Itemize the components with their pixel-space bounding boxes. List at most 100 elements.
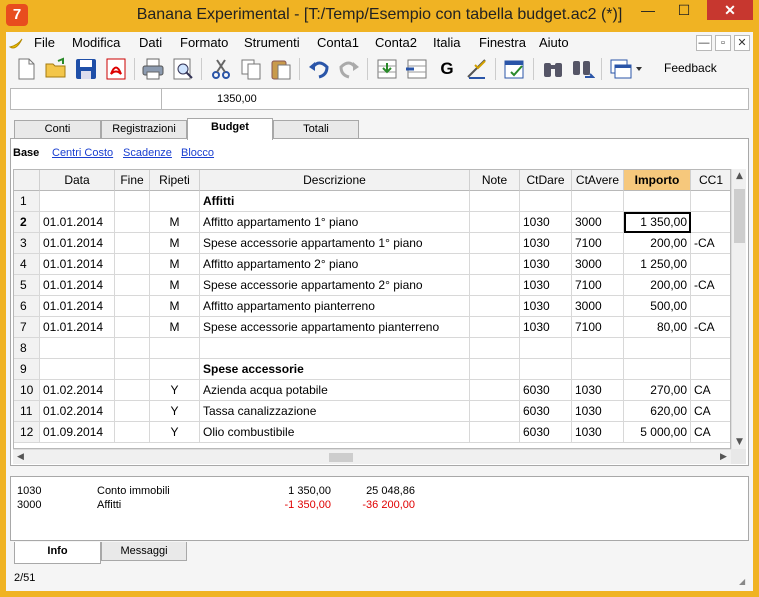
table-cell-dare[interactable]: 6030 bbox=[520, 401, 572, 422]
table-cell-fine[interactable] bbox=[115, 422, 150, 443]
maximize-button[interactable]: ☐ bbox=[671, 0, 697, 20]
table-cell-desc[interactable]: Affitti bbox=[200, 191, 470, 212]
table-cell-data[interactable] bbox=[40, 359, 115, 380]
table-cell-data[interactable]: 01.02.2014 bbox=[40, 380, 115, 401]
table-cell-ripeti[interactable]: M bbox=[150, 317, 200, 338]
table-cell-avere[interactable] bbox=[572, 359, 624, 380]
table-cell-note[interactable] bbox=[470, 338, 520, 359]
table-cell-desc[interactable]: Affitto appartamento pianterreno bbox=[200, 296, 470, 317]
table-cell-cc1[interactable] bbox=[691, 296, 730, 317]
scroll-right-icon[interactable]: ▶ bbox=[716, 450, 731, 464]
table-cell-dare[interactable]: 6030 bbox=[520, 422, 572, 443]
table-cell-importo[interactable] bbox=[624, 191, 691, 212]
table-cell-ripeti[interactable] bbox=[150, 359, 200, 380]
table-cell-desc[interactable]: Spese accessorie appartamento 2° piano bbox=[200, 275, 470, 296]
table-cell-avere[interactable]: 3000 bbox=[572, 212, 624, 233]
minimize-button[interactable]: — bbox=[635, 0, 661, 20]
table-cell-data[interactable] bbox=[40, 191, 115, 212]
table-cell-cc1[interactable]: -CA bbox=[691, 275, 730, 296]
table-cell-importo[interactable]: 620,00 bbox=[624, 401, 691, 422]
table-cell-cc1[interactable]: CA bbox=[691, 380, 730, 401]
vertical-scrollbar[interactable]: ▲ ▼ bbox=[731, 169, 746, 449]
table-cell-desc[interactable]: Affitto appartamento 1° piano bbox=[200, 212, 470, 233]
table-cell-avere[interactable]: 7100 bbox=[572, 275, 624, 296]
table-cell-dare[interactable]: 6030 bbox=[520, 380, 572, 401]
scroll-up-icon[interactable]: ▲ bbox=[732, 169, 747, 183]
table-cell-dare[interactable]: 1030 bbox=[520, 275, 572, 296]
view-scadenze[interactable]: Scadenze bbox=[123, 147, 172, 159]
table-cell-data[interactable] bbox=[40, 338, 115, 359]
table-cell-avere[interactable]: 3000 bbox=[572, 296, 624, 317]
table-cell-note[interactable] bbox=[470, 380, 520, 401]
table-cell-note[interactable] bbox=[470, 401, 520, 422]
table-cell-dare[interactable] bbox=[520, 359, 572, 380]
horizontal-scroll-thumb[interactable] bbox=[329, 453, 353, 462]
table-cell-cc1[interactable] bbox=[691, 338, 730, 359]
table-cell-note[interactable] bbox=[470, 296, 520, 317]
table-cell-desc[interactable]: Olio combustibile bbox=[200, 422, 470, 443]
table-cell-fine[interactable] bbox=[115, 191, 150, 212]
table-cell-data[interactable]: 01.01.2014 bbox=[40, 275, 115, 296]
table-cell-importo[interactable] bbox=[624, 338, 691, 359]
table-cell-note[interactable] bbox=[470, 212, 520, 233]
table-cell-importo[interactable]: 1 350,00 bbox=[624, 212, 691, 233]
tab-budget[interactable]: Budget bbox=[187, 118, 273, 140]
scroll-down-icon[interactable]: ▼ bbox=[732, 435, 747, 449]
undo-icon[interactable] bbox=[307, 57, 331, 81]
table-cell-data[interactable]: 01.01.2014 bbox=[40, 212, 115, 233]
table-cell-desc[interactable] bbox=[200, 338, 470, 359]
save-icon[interactable] bbox=[74, 57, 98, 81]
table-cell-ripeti[interactable] bbox=[150, 191, 200, 212]
table-cell-importo[interactable]: 200,00 bbox=[624, 233, 691, 254]
resize-grip-icon[interactable]: ◢ bbox=[739, 577, 749, 587]
table-cell-cc1[interactable] bbox=[691, 254, 730, 275]
table-cell-fine[interactable] bbox=[115, 380, 150, 401]
table-cell-cc1[interactable]: -CA bbox=[691, 317, 730, 338]
table-cell-data[interactable]: 01.02.2014 bbox=[40, 401, 115, 422]
table-cell-ripeti[interactable]: M bbox=[150, 296, 200, 317]
tab-totali[interactable]: Totali bbox=[273, 120, 359, 139]
table-cell-fine[interactable] bbox=[115, 233, 150, 254]
search-icon[interactable] bbox=[541, 57, 565, 81]
table-cell-fine[interactable] bbox=[115, 401, 150, 422]
table-cell-fine[interactable] bbox=[115, 338, 150, 359]
tab-conti[interactable]: Conti bbox=[14, 120, 101, 139]
find-replace-icon[interactable] bbox=[571, 57, 595, 81]
view-base[interactable]: Base bbox=[13, 147, 39, 159]
column-header-ctavere[interactable]: CtAvere bbox=[572, 170, 624, 191]
table-cell-dare[interactable]: 1030 bbox=[520, 233, 572, 254]
table-cell-fine[interactable] bbox=[115, 275, 150, 296]
mdi-minimize-button[interactable]: — bbox=[696, 35, 712, 51]
menu-finestra[interactable]: Finestra bbox=[479, 35, 526, 50]
table-cell-dare[interactable]: 1030 bbox=[520, 212, 572, 233]
menu-italia[interactable]: Italia bbox=[433, 35, 460, 50]
insert-rows-icon[interactable] bbox=[375, 57, 399, 81]
table-cell-note[interactable] bbox=[470, 275, 520, 296]
table-cell-ripeti[interactable]: M bbox=[150, 233, 200, 254]
paste-icon[interactable] bbox=[269, 57, 293, 81]
table-cell-data[interactable]: 01.09.2014 bbox=[40, 422, 115, 443]
table-cell-avere[interactable] bbox=[572, 191, 624, 212]
view-blocco[interactable]: Blocco bbox=[181, 147, 214, 159]
table-cell-desc[interactable]: Spese accessorie bbox=[200, 359, 470, 380]
mdi-close-button[interactable]: ✕ bbox=[734, 35, 750, 51]
table-cell-fine[interactable] bbox=[115, 254, 150, 275]
column-header-descrizione[interactable]: Descrizione bbox=[200, 170, 470, 191]
table-cell-dare[interactable] bbox=[520, 191, 572, 212]
menu-file[interactable]: File bbox=[34, 35, 55, 50]
table-cell-cc1[interactable] bbox=[691, 359, 730, 380]
table-cell-fine[interactable] bbox=[115, 296, 150, 317]
table-cell-desc[interactable]: Spese accessorie appartamento pianterren… bbox=[200, 317, 470, 338]
table-cell-avere[interactable]: 1030 bbox=[572, 401, 624, 422]
table-cell-importo[interactable]: 200,00 bbox=[624, 275, 691, 296]
tab-registrazioni[interactable]: Registrazioni bbox=[101, 120, 187, 139]
table-cell-desc[interactable]: Azienda acqua potabile bbox=[200, 380, 470, 401]
menu-aiuto[interactable]: Aiuto bbox=[539, 35, 569, 50]
table-cell-importo[interactable]: 500,00 bbox=[624, 296, 691, 317]
table-cell-avere[interactable]: 1030 bbox=[572, 380, 624, 401]
table-cell-importo[interactable]: 270,00 bbox=[624, 380, 691, 401]
check-icon[interactable] bbox=[465, 57, 489, 81]
table-cell-note[interactable] bbox=[470, 422, 520, 443]
close-button[interactable]: ✕ bbox=[707, 0, 753, 20]
accounts-icon[interactable] bbox=[503, 57, 527, 81]
